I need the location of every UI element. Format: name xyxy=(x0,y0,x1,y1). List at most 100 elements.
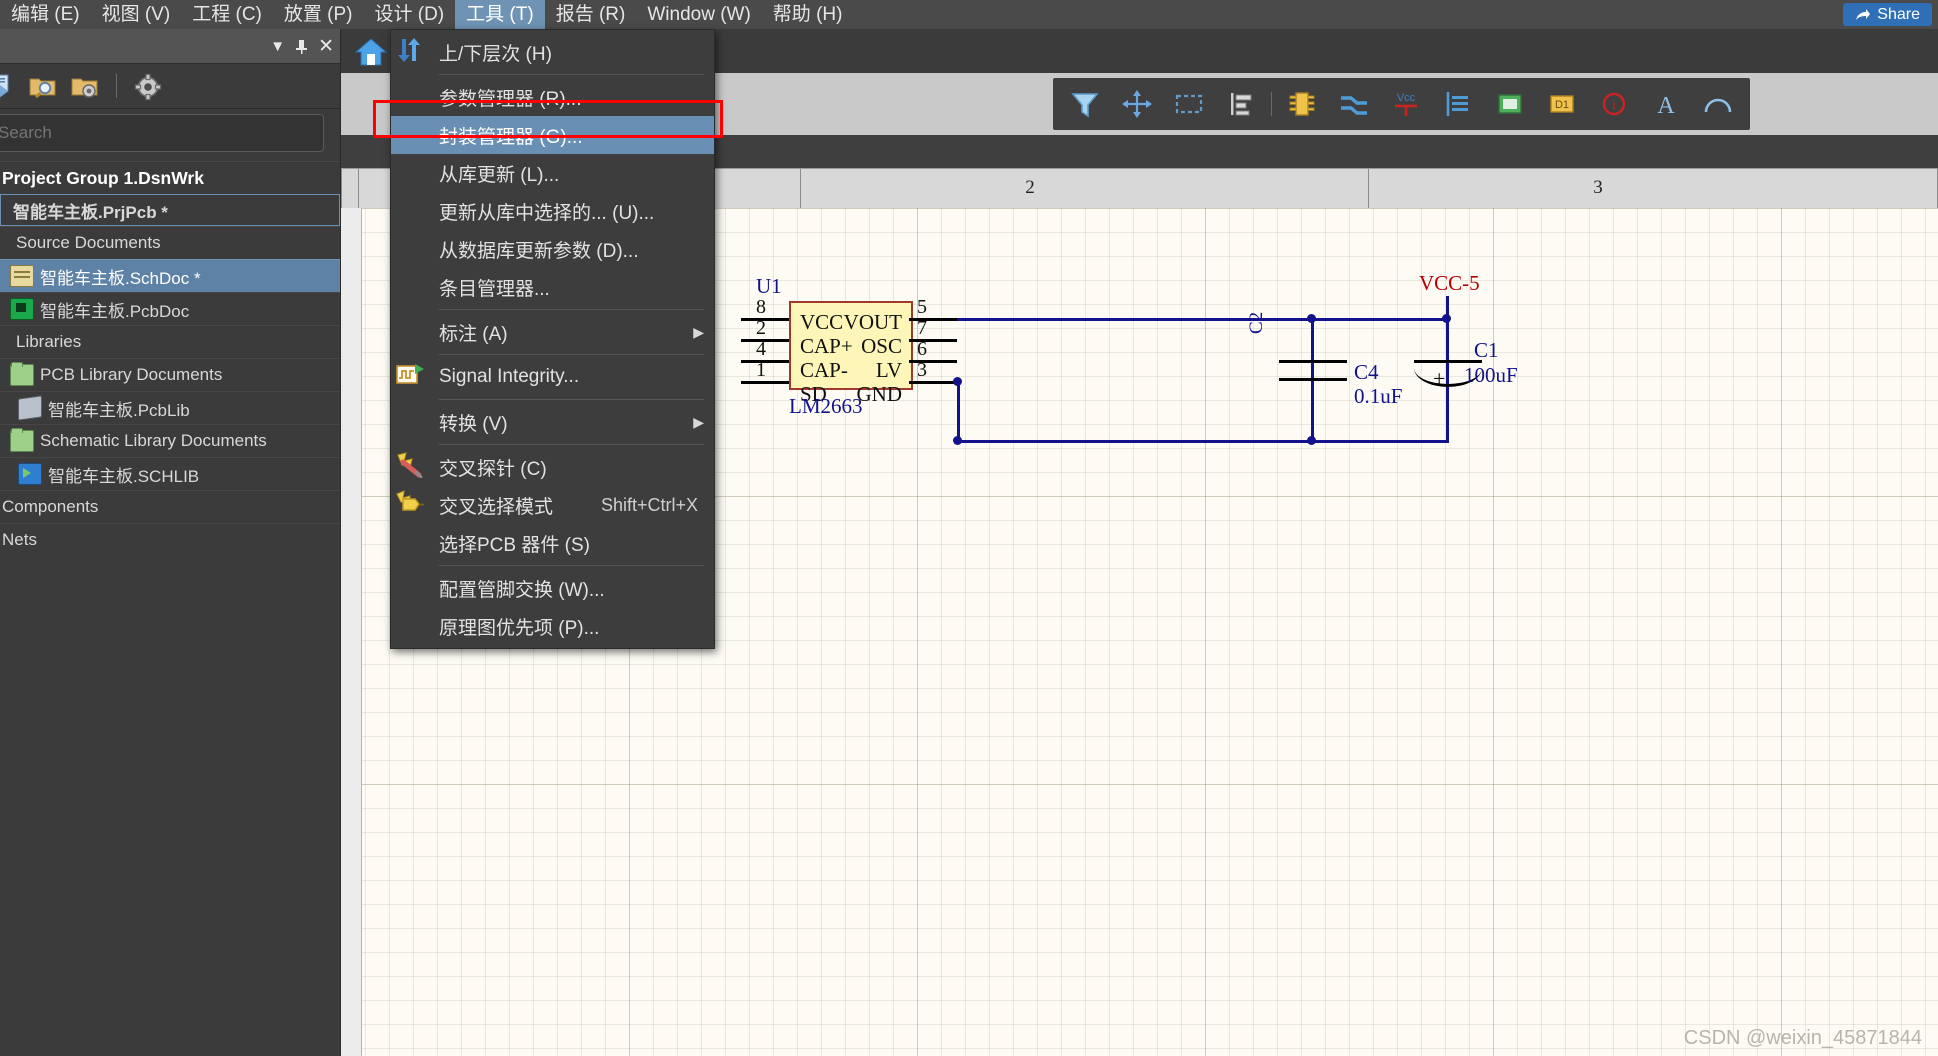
menu-bar: 编辑 (E) 视图 (V) 工程 (C) 放置 (P) 设计 (D) 工具 (T… xyxy=(0,0,1938,29)
tree-label: Nets xyxy=(2,530,37,550)
documents-icon[interactable] xyxy=(0,71,16,101)
menu-option-up-down-hierarchy[interactable]: 上/下层次 (H) xyxy=(391,33,714,71)
menu-item-reports[interactable]: 报告 (R) xyxy=(545,0,637,29)
menu-option-footprint-manager[interactable]: 封装管理器 (G)... xyxy=(391,116,714,154)
pin-number-8: 8 xyxy=(756,296,766,319)
tree-item-schdoc[interactable]: 智能车主板.SchDoc * xyxy=(0,259,340,292)
empty-icon-slot xyxy=(395,196,435,226)
sheet-symbol-icon[interactable] xyxy=(1484,78,1536,130)
move-cross-icon[interactable] xyxy=(1111,78,1163,130)
empty-icon-slot xyxy=(395,120,435,150)
tree-item-schematic-library-documents[interactable]: Schematic Library Documents xyxy=(0,424,340,457)
toolbar-separator xyxy=(116,74,117,98)
empty-icon-slot xyxy=(395,234,435,264)
menu-item-design[interactable]: 设计 (D) xyxy=(363,0,455,29)
menu-option-select-pcb-components[interactable]: 选择PCB 器件 (S) xyxy=(391,524,714,562)
cap-c1-value[interactable]: 100uF xyxy=(1464,363,1518,388)
cap-c1-designator[interactable]: C1 xyxy=(1474,338,1499,363)
folder-settings-icon[interactable] xyxy=(70,71,100,101)
folder-search-icon[interactable] xyxy=(28,71,58,101)
menu-option-annotate[interactable]: 标注 (A) ▶ xyxy=(391,313,714,351)
menu-option-label: 标注 (A) xyxy=(435,319,714,346)
designator-icon[interactable]: D1 xyxy=(1536,78,1588,130)
menu-separator xyxy=(439,444,704,445)
tree-item-pcblib[interactable]: 智能车主板.PcbLib xyxy=(0,391,340,424)
up-down-hierarchy-icon xyxy=(395,37,435,67)
pin-number-7: 7 xyxy=(917,317,927,340)
tree-item-libraries[interactable]: Libraries xyxy=(0,325,340,358)
close-icon[interactable]: ✕ xyxy=(318,37,334,56)
menu-option-item-manager[interactable]: 条目管理器... xyxy=(391,268,714,306)
panel-toolbar xyxy=(0,64,340,109)
empty-icon-slot xyxy=(395,82,435,112)
wire-vout-to-vcc5 xyxy=(957,318,1449,321)
tree-item-project-group[interactable]: Project Group 1.DsnWrk xyxy=(0,161,340,194)
tree-item-pcb-library-documents[interactable]: PCB Library Documents xyxy=(0,358,340,391)
bus-wire-icon[interactable] xyxy=(1328,78,1380,130)
tree-item-components[interactable]: Components xyxy=(0,490,340,523)
chevron-down-icon[interactable]: ▼ xyxy=(270,39,285,54)
menu-option-update-from-libraries[interactable]: 从库更新 (L)... xyxy=(391,154,714,192)
no-erc-icon[interactable]: i xyxy=(1588,78,1640,130)
junction-vout xyxy=(1307,314,1316,323)
wire-gnd-horizontal xyxy=(957,440,1449,443)
net-label-vcc5[interactable]: VCC-5 xyxy=(1419,271,1480,296)
tree-item-schlib[interactable]: 智能车主板.SCHLIB xyxy=(0,457,340,490)
cap-c4-designator[interactable]: C4 xyxy=(1354,360,1379,385)
arc-icon[interactable] xyxy=(1692,78,1744,130)
share-button[interactable]: Share xyxy=(1843,3,1932,26)
menu-item-edit[interactable]: 编辑 (E) xyxy=(0,0,91,29)
vcc-power-port-icon[interactable]: Vcc xyxy=(1380,78,1432,130)
marquee-select-icon[interactable] xyxy=(1163,78,1215,130)
home-tab[interactable] xyxy=(349,32,393,72)
tree-item-nets[interactable]: Nets xyxy=(0,523,340,556)
tree-item-prjpcb[interactable]: 智能车主板.PrjPcb * xyxy=(0,194,340,226)
tools-dropdown-menu: 上/下层次 (H) 参数管理器 (R)... 封装管理器 (G)... 从库更新… xyxy=(390,29,715,649)
cap-c4-plate-bottom xyxy=(1279,378,1347,381)
submenu-arrow-icon: ▶ xyxy=(693,414,704,431)
share-arrow-icon xyxy=(1855,8,1871,22)
menu-option-update-selected-from-libraries[interactable]: 更新从库中选择的... (U)... xyxy=(391,192,714,230)
search-input[interactable] xyxy=(0,122,323,144)
menu-item-window[interactable]: Window (W) xyxy=(636,0,761,29)
menu-option-schematic-preferences[interactable]: 原理图优先项 (P)... xyxy=(391,607,714,645)
tree-item-source-documents[interactable]: Source Documents xyxy=(0,226,340,259)
menu-option-cross-select-mode[interactable]: 交叉选择模式 Shift+Ctrl+X xyxy=(391,486,714,524)
part-name-lm2663[interactable]: LM2663 xyxy=(789,394,863,419)
text-string-icon[interactable]: A xyxy=(1640,78,1692,130)
cap-c4-value[interactable]: 0.1uF xyxy=(1354,384,1402,409)
schematic-toolbar: Vcc D1 xyxy=(1053,78,1750,130)
menu-item-project[interactable]: 工程 (C) xyxy=(181,0,273,29)
menu-option-label: Signal Integrity... xyxy=(435,366,714,388)
sheet-icon xyxy=(10,265,34,287)
menu-item-help[interactable]: 帮助 (H) xyxy=(762,0,854,29)
menu-option-configure-pin-swapping[interactable]: 配置管脚交换 (W)... xyxy=(391,569,714,607)
canvas-left-margin xyxy=(341,208,362,1056)
menu-separator xyxy=(439,74,704,75)
menu-option-convert[interactable]: 转换 (V) ▶ xyxy=(391,403,714,441)
align-icon[interactable] xyxy=(1215,78,1267,130)
filter-funnel-icon[interactable] xyxy=(1059,78,1111,130)
menu-option-label: 从库更新 (L)... xyxy=(435,160,714,187)
cross-probe-icon xyxy=(395,452,435,482)
pin-name-osc: OSC xyxy=(861,334,902,358)
search-box[interactable] xyxy=(0,114,324,152)
junction-gnd-c4 xyxy=(1307,436,1316,445)
component-icon[interactable] xyxy=(1276,78,1328,130)
submenu-arrow-icon: ▶ xyxy=(693,324,704,341)
pin-icon[interactable] xyxy=(295,39,308,54)
menu-item-view[interactable]: 视图 (V) xyxy=(91,0,182,29)
menu-option-parameter-manager[interactable]: 参数管理器 (R)... xyxy=(391,78,714,116)
menu-option-label: 封装管理器 (G)... xyxy=(435,122,714,149)
toolbar-separator xyxy=(1271,92,1272,116)
gear-icon[interactable] xyxy=(133,71,163,101)
menu-item-place[interactable]: 放置 (P) xyxy=(273,0,364,29)
component-lm2663-body[interactable]: VCC VOUT CAP+ OSC CAP- LV SD GND xyxy=(789,301,913,390)
port-icon[interactable] xyxy=(1432,78,1484,130)
menu-option-signal-integrity[interactable]: Signal Integrity... xyxy=(391,358,714,396)
tree-item-pcbdoc[interactable]: 智能车主板.PcbDoc xyxy=(0,292,340,325)
menu-option-update-parameters-from-database[interactable]: 从数据库更新参数 (D)... xyxy=(391,230,714,268)
ruler-label-3: 3 xyxy=(1593,177,1603,199)
menu-item-tools[interactable]: 工具 (T) xyxy=(455,0,545,29)
menu-option-cross-probe[interactable]: 交叉探针 (C) xyxy=(391,448,714,486)
